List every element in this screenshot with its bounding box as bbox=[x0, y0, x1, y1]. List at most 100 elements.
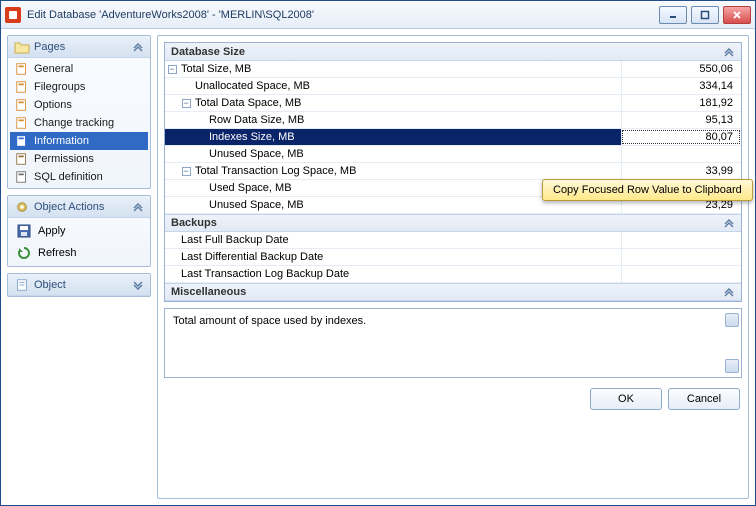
sidebar-item-label: Information bbox=[34, 135, 89, 147]
grid-row-label: Last Full Backup Date bbox=[179, 232, 621, 248]
sidebar-item-permissions[interactable]: Permissions bbox=[10, 150, 148, 168]
grid-row-value bbox=[621, 266, 741, 282]
actions-label: Object Actions bbox=[34, 201, 104, 213]
chevron-down-icon[interactable] bbox=[132, 279, 144, 291]
sidebar-item-label: SQL definition bbox=[34, 171, 103, 183]
grid-row-label: Total Transaction Log Space, MB bbox=[193, 163, 621, 179]
maximize-button[interactable] bbox=[691, 6, 719, 24]
grid-row[interactable]: Last Full Backup Date bbox=[165, 232, 741, 249]
grid-row-value: 95,13 bbox=[621, 112, 741, 128]
collapse-icon[interactable]: − bbox=[168, 65, 177, 74]
property-grid[interactable]: Database Size−Total Size, MB550,06Unallo… bbox=[164, 42, 742, 302]
apply-action[interactable]: Apply bbox=[10, 220, 148, 242]
window-buttons bbox=[659, 6, 751, 24]
cancel-button[interactable]: Cancel bbox=[668, 388, 740, 410]
folder-icon bbox=[14, 40, 30, 54]
pages-header[interactable]: Pages bbox=[8, 36, 150, 58]
grid-row-value bbox=[621, 249, 741, 265]
grid-row-value bbox=[621, 146, 741, 162]
dialog-body: Pages General Filegroups Options Change tra… bbox=[1, 29, 755, 505]
chevron-up-icon[interactable] bbox=[723, 286, 735, 298]
page-icon bbox=[14, 97, 30, 113]
grid-row-label: Indexes Size, MB bbox=[207, 129, 621, 145]
sidebar-item-general[interactable]: General bbox=[10, 60, 148, 78]
grid-row-label: Last Transaction Log Backup Date bbox=[179, 266, 621, 282]
grid-row[interactable]: Unallocated Space, MB334,14 bbox=[165, 78, 741, 95]
grid-row-value: 33,99 bbox=[621, 163, 741, 179]
chevron-up-icon[interactable] bbox=[723, 217, 735, 229]
grid-row[interactable]: Row Data Size, MB95,13 bbox=[165, 112, 741, 129]
sidebar-item-sql-definition[interactable]: SQL definition bbox=[10, 168, 148, 186]
grid-row-label: Total Size, MB bbox=[179, 61, 621, 77]
page-icon bbox=[14, 115, 30, 131]
section-title: Backups bbox=[171, 217, 217, 229]
grid-row-value bbox=[621, 232, 741, 248]
grid-row-value: 334,14 bbox=[621, 78, 741, 94]
grid-row[interactable]: Last Transaction Log Backup Date bbox=[165, 266, 741, 283]
hint-text: Total amount of space used by indexes. bbox=[173, 315, 366, 327]
chevron-up-icon[interactable] bbox=[723, 46, 735, 58]
grid-row-label: Last Differential Backup Date bbox=[179, 249, 621, 265]
grid-row-label: Unused Space, MB bbox=[207, 146, 621, 162]
close-button[interactable] bbox=[723, 6, 751, 24]
dialog-window: Edit Database 'AdventureWorks2008' - 'ME… bbox=[0, 0, 756, 506]
object-header[interactable]: Object bbox=[8, 274, 150, 296]
grid-row[interactable]: Unused Space, MB bbox=[165, 146, 741, 163]
context-menu-copy-value[interactable]: Copy Focused Row Value to Clipboard bbox=[542, 179, 753, 201]
chevron-up-icon[interactable] bbox=[132, 41, 144, 53]
actions-list: Apply Refresh bbox=[8, 218, 150, 266]
page-icon bbox=[14, 151, 30, 167]
pages-label: Pages bbox=[34, 41, 65, 53]
actions-header[interactable]: Object Actions bbox=[8, 196, 150, 218]
dialog-footer: OK Cancel bbox=[164, 384, 742, 412]
save-icon bbox=[16, 223, 32, 239]
collapse-icon[interactable]: − bbox=[182, 167, 191, 176]
sidebar-item-options[interactable]: Options bbox=[10, 96, 148, 114]
pages-list: General Filegroups Options Change tracking I… bbox=[8, 58, 150, 188]
window-title: Edit Database 'AdventureWorks2008' - 'ME… bbox=[27, 9, 659, 21]
refresh-icon bbox=[16, 245, 32, 261]
hint-scrollbar[interactable] bbox=[725, 313, 739, 373]
grid-section-header[interactable]: Miscellaneous bbox=[165, 283, 741, 301]
grid-row-value: 29.10.2010 14:55:48 bbox=[621, 301, 741, 302]
grid-section-header[interactable]: Database Size bbox=[165, 43, 741, 61]
refresh-label: Refresh bbox=[38, 247, 77, 259]
page-icon bbox=[14, 133, 30, 149]
scroll-down-icon[interactable] bbox=[725, 359, 739, 373]
grid-row[interactable]: −Total Transaction Log Space, MB33,99 bbox=[165, 163, 741, 180]
grid-row[interactable]: Date Created29.10.2010 14:55:48 bbox=[165, 301, 741, 302]
chevron-up-icon[interactable] bbox=[132, 201, 144, 213]
apply-label: Apply bbox=[38, 225, 66, 237]
grid-row-label: Row Data Size, MB bbox=[207, 112, 621, 128]
ok-button[interactable]: OK bbox=[590, 388, 662, 410]
grid-row[interactable]: Last Differential Backup Date bbox=[165, 249, 741, 266]
grid-section-header[interactable]: Backups bbox=[165, 214, 741, 232]
page-icon bbox=[14, 61, 30, 77]
pages-panel: Pages General Filegroups Options Change tra… bbox=[7, 35, 151, 189]
grid-row[interactable]: Indexes Size, MB80,07 bbox=[165, 129, 741, 146]
main-pane: Database Size−Total Size, MB550,06Unallo… bbox=[157, 35, 749, 499]
grid-row-value: 550,06 bbox=[621, 61, 741, 77]
titlebar[interactable]: Edit Database 'AdventureWorks2008' - 'ME… bbox=[1, 1, 755, 29]
grid-row-label: Total Data Space, MB bbox=[193, 95, 621, 111]
sidebar-item-information[interactable]: Information bbox=[10, 132, 148, 150]
sidebar-item-label: Change tracking bbox=[34, 117, 114, 129]
refresh-action[interactable]: Refresh bbox=[10, 242, 148, 264]
minimize-button[interactable] bbox=[659, 6, 687, 24]
document-icon bbox=[14, 278, 30, 292]
collapse-icon[interactable]: − bbox=[182, 99, 191, 108]
sidebar: Pages General Filegroups Options Change tra… bbox=[7, 35, 151, 499]
hint-box: Total amount of space used by indexes. bbox=[164, 308, 742, 378]
grid-row-label: Date Created bbox=[179, 301, 621, 302]
gear-icon bbox=[14, 200, 30, 214]
scroll-up-icon[interactable] bbox=[725, 313, 739, 327]
sidebar-item-label: Permissions bbox=[34, 153, 94, 165]
grid-row[interactable]: −Total Size, MB550,06 bbox=[165, 61, 741, 78]
sidebar-item-filegroups[interactable]: Filegroups bbox=[10, 78, 148, 96]
sidebar-item-label: Options bbox=[34, 99, 72, 111]
context-menu-label: Copy Focused Row Value to Clipboard bbox=[553, 184, 742, 196]
sidebar-item-change-tracking[interactable]: Change tracking bbox=[10, 114, 148, 132]
sidebar-item-label: General bbox=[34, 63, 73, 75]
section-title: Database Size bbox=[171, 46, 245, 58]
grid-row[interactable]: −Total Data Space, MB181,92 bbox=[165, 95, 741, 112]
